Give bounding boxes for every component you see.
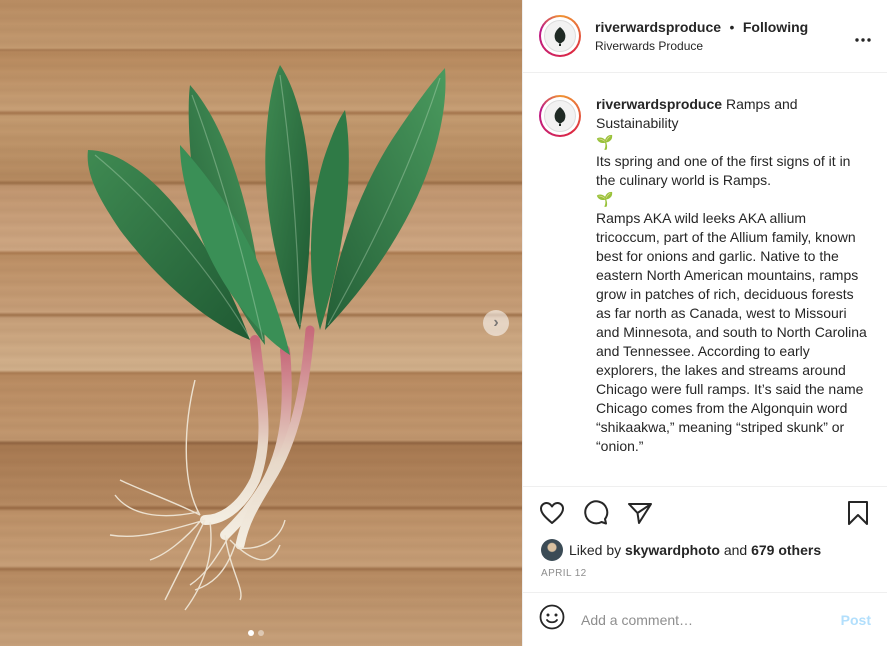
sprout-emoji-icon: 🌱 — [596, 134, 614, 150]
artichoke-logo-icon — [544, 100, 576, 132]
post-header: riverwardsproduce • Following Riverwards… — [523, 0, 887, 73]
bookmark-icon — [848, 500, 868, 525]
post-date[interactable]: APRIL 12 — [523, 562, 887, 592]
caption-paragraph-1: Its spring and one of the first signs of… — [596, 153, 851, 188]
profile-subtitle: Riverwards Produce — [595, 39, 704, 53]
comment-button[interactable] — [581, 498, 611, 528]
action-bar — [523, 486, 887, 538]
post-caption: riverwardsproduce Ramps and Sustainabili… — [596, 95, 871, 486]
heart-icon — [540, 501, 564, 524]
post-sidebar: riverwardsproduce • Following Riverwards… — [522, 0, 887, 646]
sprout-emoji-icon: 🌱 — [596, 191, 614, 207]
carousel-dot-active — [248, 630, 254, 636]
likes-and: and — [723, 542, 748, 558]
likes-others-link[interactable]: 679 others — [751, 542, 821, 558]
carousel-dot — [258, 630, 264, 636]
caption-paragraph-2: Ramps AKA wild leeks AKA allium tricoccu… — [596, 210, 867, 454]
artichoke-logo-icon — [544, 20, 576, 52]
post-comment-button[interactable]: Post — [841, 612, 871, 628]
liker-avatar[interactable] — [541, 539, 563, 561]
liker-username-link[interactable]: skywardphoto — [625, 542, 720, 558]
next-photo-button[interactable]: › — [483, 310, 509, 336]
ramps-photo — [87, 65, 446, 611]
avatar[interactable] — [539, 15, 581, 57]
instagram-post: › riverwardsproduce • Following Riverwar… — [0, 0, 887, 646]
share-button[interactable] — [625, 498, 655, 528]
caption-username-link[interactable]: riverwardsproduce — [596, 96, 722, 112]
carousel-indicator — [248, 630, 264, 636]
save-button[interactable] — [843, 498, 873, 528]
comment-icon — [584, 499, 609, 524]
caption-area: riverwardsproduce Ramps and Sustainabili… — [523, 73, 887, 486]
comment-form: Post — [523, 592, 887, 646]
more-options-icon[interactable] — [855, 26, 871, 47]
following-button[interactable]: Following — [743, 19, 808, 35]
likes-summary: Liked by skywardphoto and 679 others — [523, 538, 887, 562]
caption-avatar[interactable] — [539, 95, 581, 137]
likes-prefix: Liked by — [569, 542, 622, 558]
like-button[interactable] — [537, 498, 567, 528]
comment-input[interactable] — [581, 611, 841, 628]
separator-dot: • — [729, 19, 735, 35]
chevron-right-icon: › — [493, 314, 499, 331]
paper-plane-icon — [628, 502, 652, 524]
profile-username-link[interactable]: riverwardsproduce — [595, 19, 721, 35]
post-media-photo[interactable]: › — [0, 0, 522, 646]
emoji-smile-icon[interactable] — [539, 604, 565, 635]
